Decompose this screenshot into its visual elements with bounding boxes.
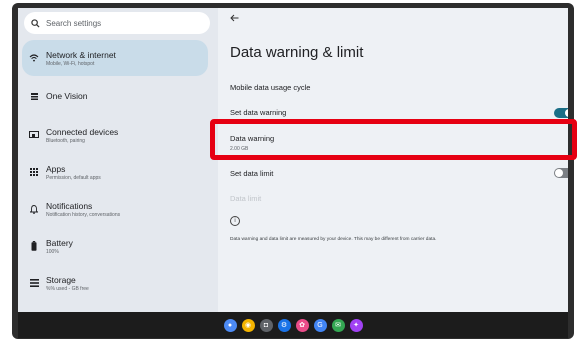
sidebar-item-subtitle: Notification history, conversations [46,211,121,218]
highlight-box [210,119,577,160]
wifi-icon [22,54,46,62]
settings-app-icon[interactable]: ⚙ [277,318,291,332]
sidebar-item-subtitle: Bluetooth, pairing [46,137,85,144]
sidebar-item-storage[interactable]: Storage %% used - GB free [22,271,208,295]
set-data-warning-label: Set data warning [230,108,287,117]
bell-icon [22,204,46,214]
back-arrow-icon[interactable] [230,14,239,24]
info-note: Data warning and data limit are measured… [230,237,437,242]
sidebar-item-network[interactable]: Network & internet Mobile, Wi-Fi, hotspo… [22,40,208,76]
main-panel: Data warning & limit Mobile data usage c… [218,8,568,312]
storage-icon [22,279,46,287]
assistant-app-icon[interactable]: ● [223,318,237,332]
sidebar-item-label: One Vision [46,91,88,101]
photos-app-icon[interactable]: ✿ [295,318,309,332]
sidebar-item-label: Battery [46,237,73,248]
sidebar-item-subtitle: Permission, default apps [46,174,101,181]
battery-icon [22,241,46,251]
sidebar-item-connected-devices[interactable]: Connected devices Bluetooth, pairing [22,123,208,147]
camera-app-icon[interactable]: ◘ [259,318,273,332]
settings-sidebar: Search settings Network & internet Mobil… [18,8,218,312]
sidebar-item-subtitle: 100% [46,248,59,255]
connected-devices-icon [22,131,46,139]
apps-grid-icon [22,168,46,176]
set-data-limit-label: Set data limit [230,169,274,178]
sidebar-item-subtitle: %% used - GB free [46,285,89,292]
sidebar-item-battery[interactable]: Battery 100% [22,234,208,258]
sidebar-item-apps[interactable]: Apps Permission, default apps [22,160,208,184]
search-input[interactable]: Search settings [24,12,210,34]
usage-cycle-item[interactable]: Mobile data usage cycle [230,83,310,92]
search-placeholder: Search settings [46,18,102,28]
toggle-knob [565,109,568,117]
sidebar-item-notifications[interactable]: Notifications Notification history, conv… [22,197,208,221]
sidebar-item-label: Storage [46,274,76,285]
sidebar-item-one-vision[interactable]: One Vision [22,88,208,104]
one-vision-icon [22,92,46,100]
data-limit-item: Data limit [230,194,262,203]
sidebar-item-label: Apps [46,163,66,174]
set-data-warning-toggle[interactable] [554,108,568,118]
set-data-limit-toggle[interactable] [554,168,568,178]
gallery-app-icon[interactable]: ✦ [349,318,363,332]
page-title: Data warning & limit [230,44,364,61]
taskbar: ● ◉ ◘ ⚙ ✿ G ✉ ✦ [18,312,568,338]
settings-screen: Search settings Network & internet Mobil… [18,8,568,312]
sidebar-item-label: Notifications [46,200,93,211]
toggle-knob [555,169,563,177]
sidebar-item-subtitle: Mobile, Wi-Fi, hotspot [46,60,95,67]
info-icon: i [230,216,240,226]
google-app-icon[interactable]: G [313,318,327,332]
search-icon [24,18,46,28]
sidebar-item-label: Network & internet [46,49,116,60]
chrome-app-icon[interactable]: ◉ [241,318,255,332]
sidebar-item-label: Connected devices [46,126,119,137]
messages-app-icon[interactable]: ✉ [331,318,345,332]
